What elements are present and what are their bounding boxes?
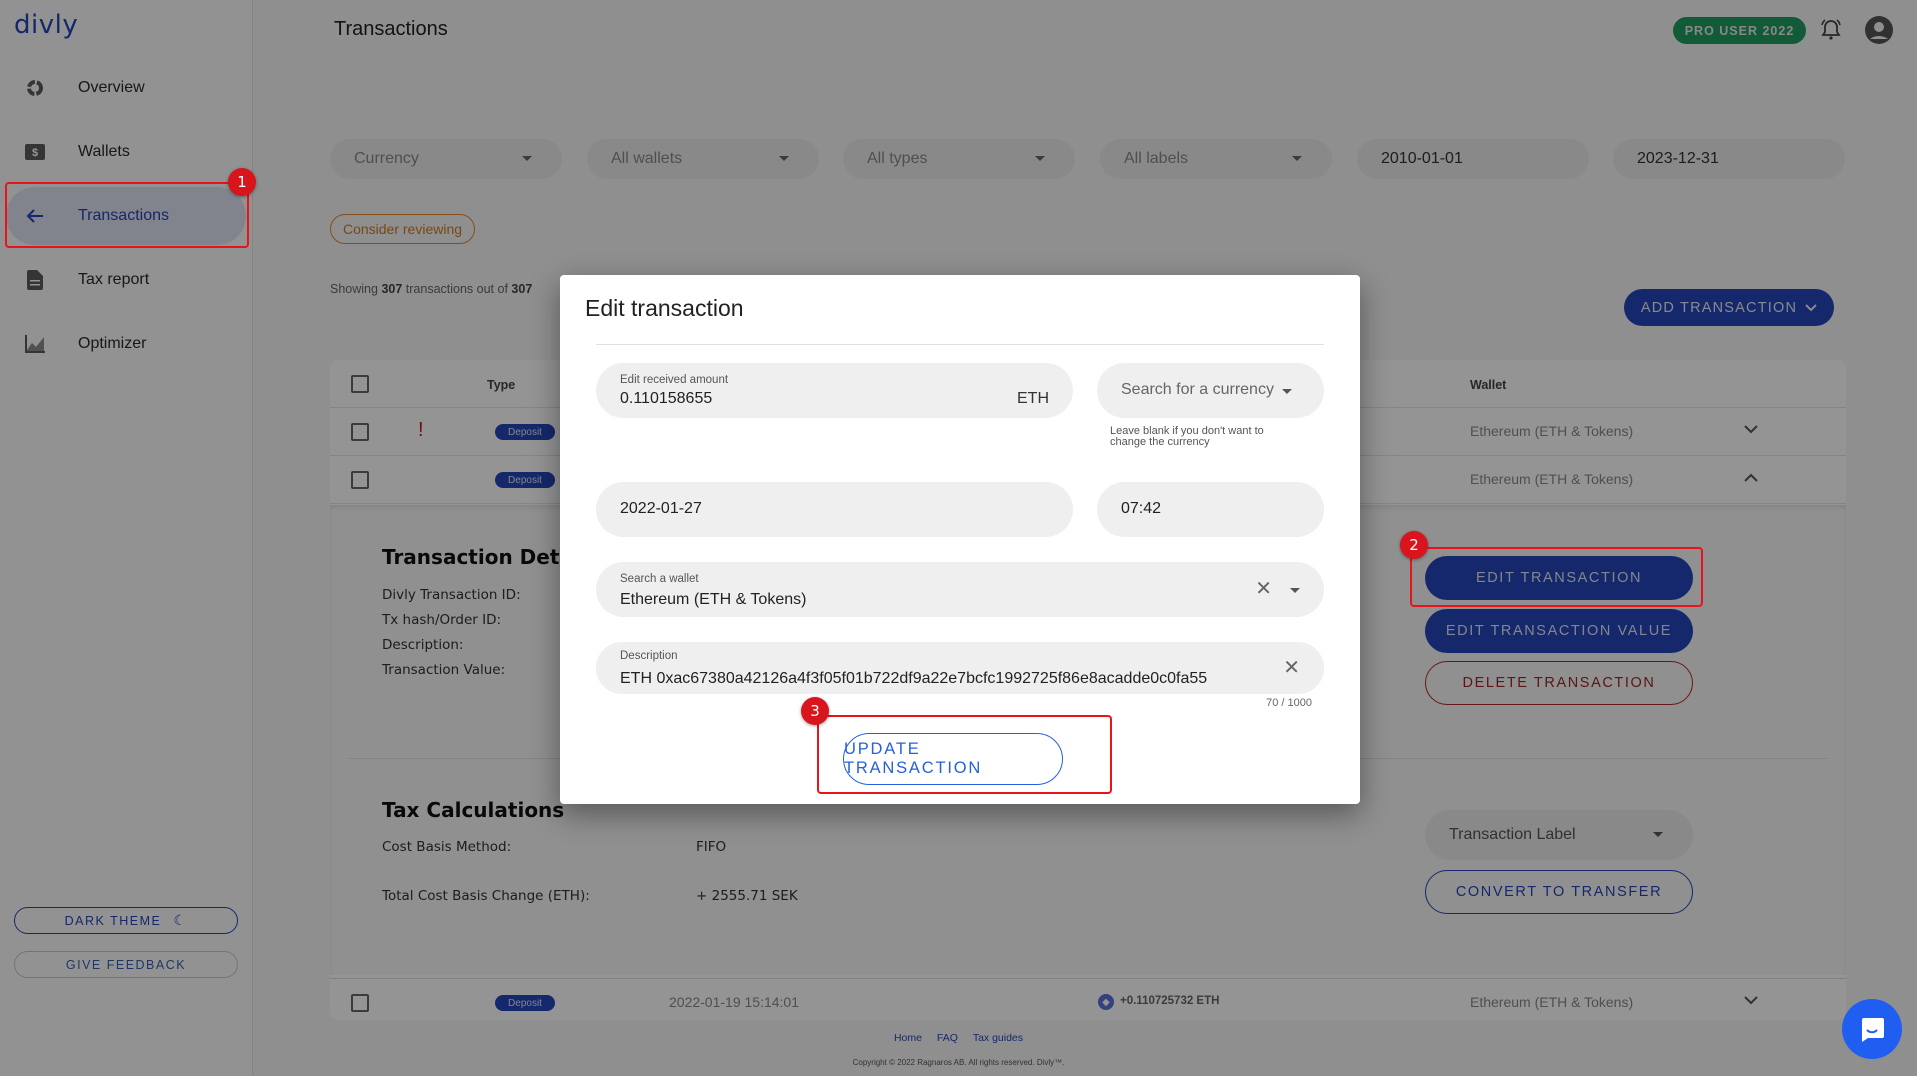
wallet-search-value: Ethereum (ETH & Tokens) — [620, 591, 807, 608]
annotation-marker-2: 2 — [1400, 531, 1428, 559]
received-amount-value: 0.110158655 — [620, 390, 713, 407]
received-amount-label: Edit received amount — [620, 374, 729, 386]
clear-description-icon[interactable]: ✕ — [1283, 655, 1300, 680]
character-counter: 70 / 1000 — [1266, 697, 1312, 709]
divider — [596, 344, 1324, 345]
annotation-marker-1: 1 — [228, 168, 256, 196]
annotation-marker-3: 3 — [801, 697, 829, 725]
received-amount-input[interactable]: Edit received amount 0.110158655 ETH — [596, 363, 1073, 418]
annotation-box-1 — [5, 182, 249, 248]
currency-hint: Leave blank if you don't want to change … — [1110, 425, 1264, 448]
dropdown-arrow-icon — [1282, 389, 1292, 394]
chat-icon — [1862, 1018, 1884, 1042]
time-value: 07:42 — [1121, 500, 1162, 517]
received-amount-suffix: ETH — [1017, 390, 1049, 407]
time-input[interactable]: 07:42 — [1097, 482, 1324, 537]
description-input[interactable]: Description ETH 0xac67380a42126a4f3f05f0… — [596, 642, 1324, 694]
date-value: 2022-01-27 — [620, 500, 702, 517]
currency-search-placeholder: Search for a currency — [1121, 381, 1274, 398]
app-root: divly Overview $ Wallets Transactions Ta… — [0, 0, 1917, 1076]
chat-launcher-button[interactable] — [1842, 999, 1902, 1059]
dropdown-arrow-icon[interactable] — [1290, 588, 1300, 593]
modal-title: Edit transaction — [585, 295, 744, 321]
annotation-box-3 — [817, 715, 1112, 794]
annotation-box-2 — [1410, 547, 1703, 607]
wallet-search-label: Search a wallet — [620, 573, 699, 585]
clear-wallet-icon[interactable]: ✕ — [1255, 576, 1272, 601]
description-value: ETH 0xac67380a42126a4f3f05f01b722df9a22e… — [620, 670, 1208, 687]
currency-search-select[interactable]: Search for a currency — [1097, 363, 1324, 418]
date-input[interactable]: 2022-01-27 — [596, 482, 1073, 537]
description-label: Description — [620, 650, 678, 662]
wallet-search-select[interactable]: Search a wallet Ethereum (ETH & Tokens) … — [596, 562, 1324, 617]
